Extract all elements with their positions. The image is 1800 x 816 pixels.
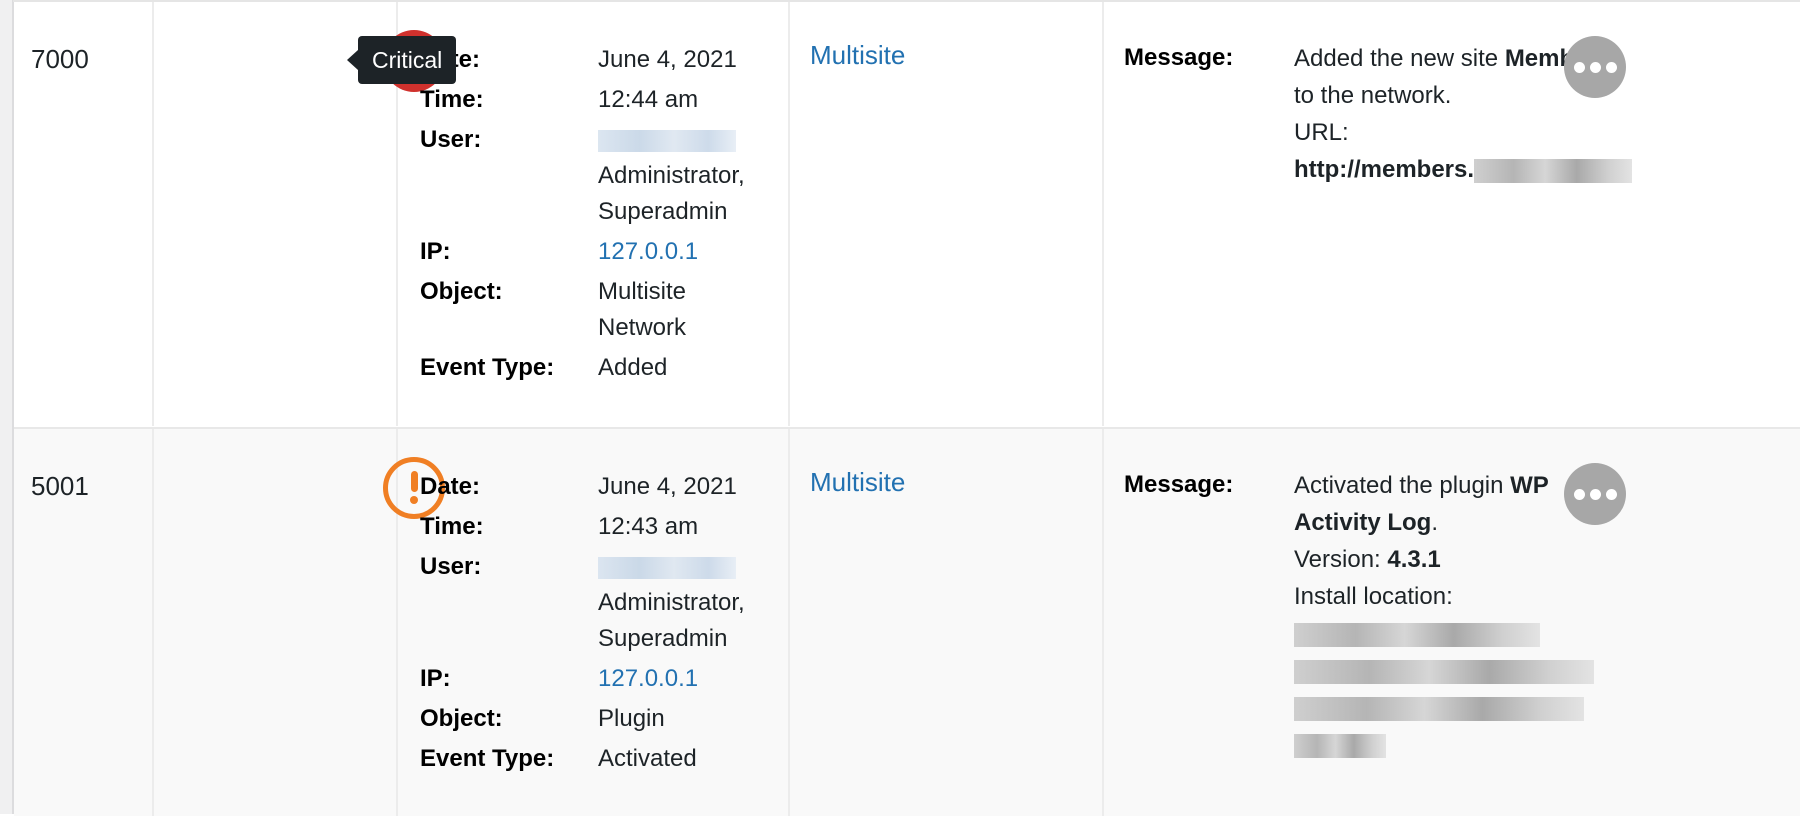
ip-link[interactable]: 127.0.0.1 [598, 665, 698, 692]
event-info-cell: Date:June 4, 2021 Time:12:44 am User:Adm… [398, 2, 790, 426]
ip-label: IP: [420, 238, 451, 265]
event-id-cell: 5001 [14, 429, 154, 816]
install-path-redacted [1294, 733, 1386, 758]
user-role: Administrator, [598, 589, 745, 616]
time-label: Time: [420, 86, 484, 113]
version-label: Version: [1294, 546, 1388, 573]
severity-tooltip: Critical [346, 36, 457, 84]
message-label: Message: [1124, 471, 1234, 498]
url-value: http://members. [1294, 156, 1475, 183]
ip-link[interactable]: 127.0.0.1 [598, 238, 698, 265]
user-label: User: [420, 553, 482, 580]
url-redacted [1474, 158, 1633, 183]
object-label: Object: [420, 278, 503, 305]
event-info-cell: Date: June 4, 2021 Time: 12:43 am User: Adm… [398, 429, 790, 816]
message-cell: Message: Activated the plugin WP Activit… [1104, 429, 1800, 816]
user-name-redacted[interactable] [598, 556, 736, 579]
install-location-label: Install location: [1294, 583, 1453, 610]
event-id: 7000 [31, 44, 89, 74]
date-value: June 4, 2021 [598, 473, 737, 500]
site-link[interactable]: Multisite [810, 467, 905, 498]
user-role: Superadmin [598, 625, 728, 652]
install-path-redacted [1294, 696, 1584, 721]
object-value: Multisite [598, 278, 687, 305]
object-value: Plugin [598, 705, 665, 732]
more-options-button[interactable] [1564, 463, 1626, 525]
site-link[interactable]: Multisite [810, 40, 905, 71]
install-path-redacted [1294, 622, 1540, 647]
date-value: June 4, 2021 [598, 46, 737, 73]
url-label: URL: [1294, 119, 1349, 146]
time-label: Time: [420, 513, 484, 540]
message-label: Message: [1124, 44, 1234, 71]
event-type-label: Event Type: [420, 745, 555, 772]
severity-cell [154, 429, 445, 816]
table-row: 7000 Date:June 4, 2021 Time:12:44 am Use… [14, 2, 1800, 426]
object-label: Object: [420, 705, 503, 732]
object-value: Network [598, 314, 687, 341]
user-role: Superadmin [598, 198, 728, 225]
event-id: 5001 [31, 471, 89, 501]
time-value: 12:43 am [598, 513, 699, 540]
date-label: Date: [420, 473, 481, 500]
site-cell: Multisite [790, 2, 1104, 426]
left-edge-bar [0, 0, 14, 814]
version-value: 4.3.1 [1387, 546, 1441, 573]
message-cell: Message: Added the new site Members to t… [1104, 2, 1800, 426]
time-value: 12:44 am [598, 86, 699, 113]
more-options-button[interactable] [1564, 36, 1626, 98]
table-row: 5001 Date: June 4, 2021 Time: 12:43 am Use… [14, 427, 1800, 816]
event-type-value: Activated [598, 745, 697, 772]
site-cell: Multisite [790, 429, 1104, 816]
user-label: User: [420, 126, 482, 153]
event-type-label: Event Type: [420, 354, 555, 381]
event-id-cell: 7000 [14, 2, 154, 426]
event-type-value: Added [598, 354, 668, 381]
user-name-redacted[interactable] [598, 129, 736, 152]
ip-label: IP: [420, 665, 451, 692]
user-role: Administrator, [598, 162, 745, 189]
install-path-redacted [1294, 659, 1594, 684]
